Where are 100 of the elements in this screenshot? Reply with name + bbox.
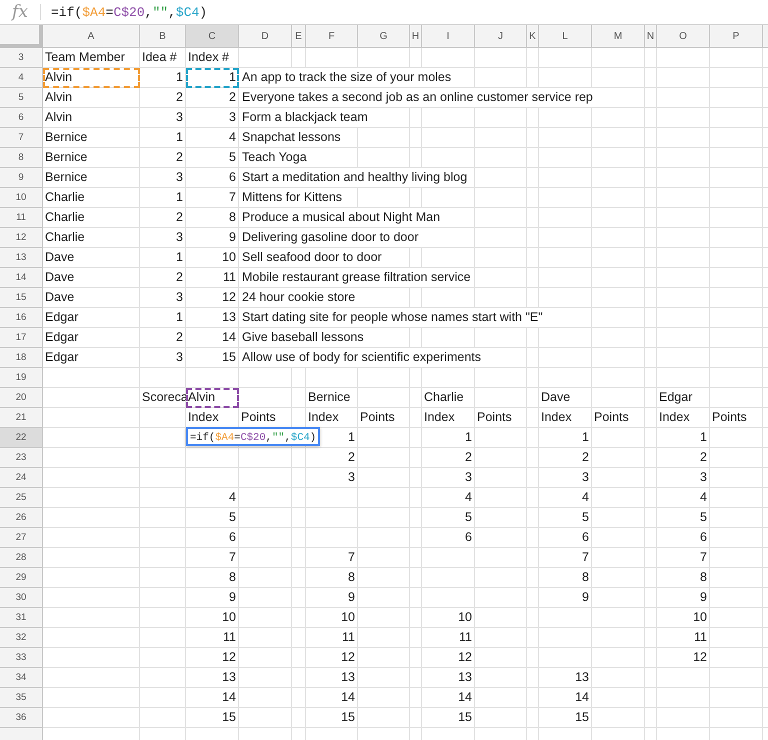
column-header[interactable]: G <box>358 25 410 48</box>
row-header[interactable]: 28 <box>0 548 43 568</box>
table-cell[interactable]: 1 <box>700 428 707 448</box>
table-cell[interactable]: 14 <box>222 328 236 348</box>
table-cell[interactable]: 1 <box>176 128 183 148</box>
table-cell[interactable]: 3 <box>348 468 355 488</box>
table-cell[interactable]: 2 <box>176 268 183 288</box>
row-header[interactable]: 7 <box>0 128 43 148</box>
row-header[interactable]: 29 <box>0 568 43 588</box>
row-header[interactable]: 26 <box>0 508 43 528</box>
table-cell[interactable]: 8 <box>582 568 589 588</box>
column-header[interactable]: H <box>410 25 422 48</box>
table-cell[interactable]: 13 <box>341 668 355 688</box>
table-cell[interactable]: 7 <box>348 548 355 568</box>
table-cell[interactable]: 12 <box>222 288 236 308</box>
row-header[interactable]: 32 <box>0 628 43 648</box>
table-cell[interactable]: 1 <box>176 308 183 328</box>
table-cell[interactable]: Bernice <box>45 148 88 168</box>
table-cell[interactable]: Dave <box>45 288 74 308</box>
table-cell[interactable]: 9 <box>348 588 355 608</box>
row-header[interactable]: 10 <box>0 188 43 208</box>
table-cell[interactable]: 1 <box>348 428 355 448</box>
table-cell[interactable]: 3 <box>176 348 183 368</box>
column-header[interactable]: D <box>239 25 292 48</box>
table-cell[interactable]: 1 <box>176 68 183 88</box>
row-header[interactable]: 13 <box>0 248 43 268</box>
row-header[interactable]: 9 <box>0 168 43 188</box>
column-header[interactable]: L <box>539 25 592 48</box>
table-cell[interactable]: 11 <box>223 628 236 648</box>
table-cell[interactable]: Edgar <box>45 308 78 328</box>
table-cell[interactable]: Index <box>424 408 455 428</box>
table-cell[interactable]: 2 <box>176 328 183 348</box>
table-cell[interactable]: 5 <box>465 508 472 528</box>
table-cell[interactable]: 4 <box>229 128 236 148</box>
formula-field[interactable]: =if($A4=C$20,"",$C4) <box>51 4 208 20</box>
table-cell[interactable]: 13 <box>222 668 236 688</box>
table-cell[interactable]: 12 <box>458 648 472 668</box>
row-header[interactable]: 16 <box>0 308 43 328</box>
table-cell[interactable]: Index # <box>188 48 230 68</box>
table-cell[interactable]: 3 <box>176 108 183 128</box>
table-cell[interactable]: 5 <box>582 508 589 528</box>
row-header[interactable]: 33 <box>0 648 43 668</box>
select-all-corner[interactable] <box>0 25 43 48</box>
table-cell[interactable]: 3 <box>176 168 183 188</box>
row-header[interactable]: 24 <box>0 468 43 488</box>
row-header[interactable]: 4 <box>0 68 43 88</box>
table-cell[interactable]: 15 <box>341 708 355 728</box>
table-cell[interactable]: 6 <box>229 168 236 188</box>
row-header[interactable]: 25 <box>0 488 43 508</box>
table-cell[interactable]: 2 <box>229 88 236 108</box>
table-cell[interactable]: Alvin <box>45 108 72 128</box>
table-cell[interactable]: Edgar <box>45 348 78 368</box>
cell-editor[interactable]: =if($A4=C$20,"",$C4) <box>186 427 320 446</box>
row-header[interactable]: 14 <box>0 268 43 288</box>
table-cell[interactable]: Points <box>594 408 629 428</box>
table-cell[interactable]: 6 <box>465 528 472 548</box>
row-header[interactable]: 35 <box>0 688 43 708</box>
column-header[interactable]: I <box>422 25 475 48</box>
row-header[interactable]: 12 <box>0 228 43 248</box>
table-cell[interactable]: 12 <box>693 648 707 668</box>
table-cell[interactable]: 5 <box>700 508 707 528</box>
table-cell[interactable]: 6 <box>229 528 236 548</box>
column-header[interactable]: B <box>140 25 186 48</box>
table-cell[interactable]: 14 <box>341 688 355 708</box>
table-cell[interactable]: 10 <box>341 608 355 628</box>
table-cell[interactable]: Points <box>241 408 276 428</box>
table-cell[interactable]: Index <box>541 408 572 428</box>
row-header[interactable]: 11 <box>0 208 43 228</box>
table-cell[interactable]: Edgar <box>659 388 692 408</box>
table-cell[interactable]: 5 <box>229 148 236 168</box>
column-header[interactable]: M <box>592 25 645 48</box>
table-cell[interactable]: Index <box>659 408 690 428</box>
row-header[interactable]: 36 <box>0 708 43 728</box>
table-cell[interactable]: 15 <box>222 348 236 368</box>
table-cell[interactable]: 2 <box>582 448 589 468</box>
row-header[interactable]: 22 <box>0 428 43 448</box>
table-cell[interactable]: Index <box>188 408 219 428</box>
table-cell[interactable]: 14 <box>575 688 589 708</box>
row-header[interactable]: 27 <box>0 528 43 548</box>
table-cell[interactable]: 11 <box>223 268 236 288</box>
table-cell[interactable]: Points <box>477 408 512 428</box>
table-cell[interactable]: 15 <box>222 708 236 728</box>
table-cell[interactable]: 6 <box>700 528 707 548</box>
table-cell[interactable]: 11 <box>459 628 472 648</box>
row-header[interactable]: 17 <box>0 328 43 348</box>
row-header[interactable]: 21 <box>0 408 43 428</box>
table-cell[interactable]: Edgar <box>45 328 78 348</box>
table-cell[interactable]: 8 <box>700 568 707 588</box>
table-cell[interactable]: 3 <box>700 468 707 488</box>
table-cell[interactable]: 14 <box>458 688 472 708</box>
row-header[interactable]: 30 <box>0 588 43 608</box>
table-cell[interactable]: 10 <box>693 608 707 628</box>
table-cell[interactable]: 3 <box>176 228 183 248</box>
table-cell[interactable]: 7 <box>229 188 236 208</box>
column-header[interactable]: N <box>645 25 657 48</box>
table-cell[interactable]: Alvin <box>45 88 72 108</box>
table-cell[interactable]: 2 <box>465 448 472 468</box>
table-cell[interactable]: 14 <box>222 688 236 708</box>
table-cell[interactable]: 3 <box>176 288 183 308</box>
table-cell[interactable]: 8 <box>229 208 236 228</box>
